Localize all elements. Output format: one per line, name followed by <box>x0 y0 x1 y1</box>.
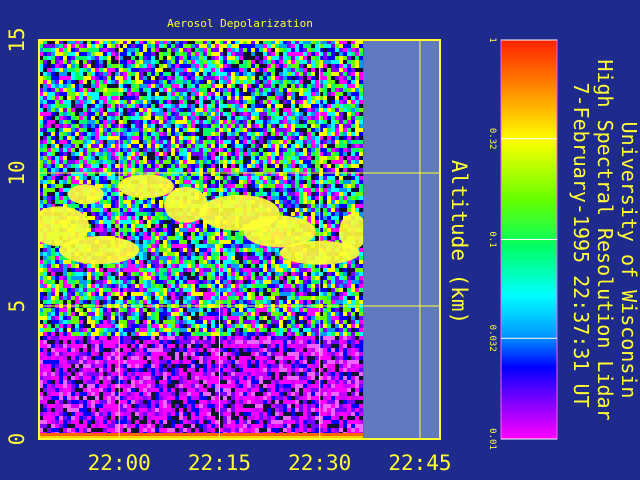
colorbar-tick-label: 0.032 <box>487 325 497 352</box>
y-tick-label: 10 <box>5 160 29 185</box>
surface-return <box>39 433 364 436</box>
chart-title: Aerosol Depolarization <box>167 17 313 30</box>
y-axis-label: Altitude (km) <box>447 160 471 324</box>
x-tick-label: 22:15 <box>188 451 251 475</box>
institution-label: University of Wisconsin <box>617 122 640 399</box>
cirrus-cloud-patch <box>117 174 174 199</box>
cirrus-cloud-patch <box>59 236 140 265</box>
x-tick-label: 22:00 <box>88 451 151 475</box>
x-axis-ticks: 22:00 22:15 22:30 22:45 <box>88 451 452 475</box>
y-tick-label: 0 <box>5 433 29 446</box>
cirrus-cloud-patch <box>67 184 104 205</box>
y-tick-label: 15 <box>5 27 29 52</box>
colorbar-tick-label: 1 <box>487 37 497 42</box>
no-data-region <box>363 40 440 439</box>
lidar-chart: Aerosol Depolarization 0 5 10 15 22:00 22:15… <box>5 17 640 475</box>
colorbar-tick-label: 0.1 <box>487 231 497 247</box>
depolarization-image <box>39 40 364 439</box>
colorbar-tick-label: 0.32 <box>487 128 497 150</box>
y-tick-label: 5 <box>5 300 29 313</box>
colorbar-tick-label: 0.01 <box>487 428 497 450</box>
y-axis-ticks: 0 5 10 15 <box>5 27 29 445</box>
x-tick-label: 22:45 <box>388 451 451 475</box>
cirrus-cloud-patch <box>339 213 364 250</box>
timestamp-label: 7-February-1995 22:37:31 UT <box>569 82 593 407</box>
instrument-label: High Spectral Resolution Lidar <box>593 59 617 420</box>
x-tick-label: 22:30 <box>288 451 351 475</box>
